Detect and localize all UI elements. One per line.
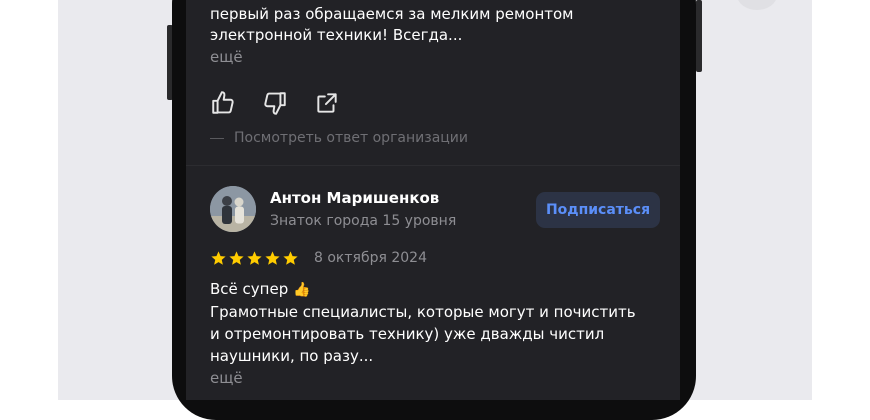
divider	[186, 165, 680, 166]
rating-stars	[210, 250, 299, 267]
review-title: Всё супер 👍	[210, 278, 310, 301]
avatar[interactable]	[210, 186, 256, 232]
author-name[interactable]: Антон Маришенков	[270, 189, 439, 207]
star-icon	[229, 251, 244, 265]
subscribe-button[interactable]: Подписаться	[536, 192, 660, 228]
author-level: Знаток города 15 уровня	[270, 213, 457, 229]
star-icon	[283, 251, 298, 265]
thumbs-up-emoji: 👍	[293, 282, 311, 298]
avatar-image	[210, 186, 256, 232]
thumbs-up-icon[interactable]	[210, 90, 236, 116]
review-text-line: и отремонтировать технику) уже дважды чи…	[210, 325, 605, 343]
dash-divider	[210, 137, 224, 139]
phone-screen: первый раз обращаемся за мелким ремонтом…	[186, 0, 680, 400]
read-more-link[interactable]: ещё	[210, 369, 243, 387]
review-text-line: электронной техники! Всегда...	[210, 26, 463, 44]
review-text-line: наушники, по разу...	[210, 347, 374, 365]
org-reply-link[interactable]: Посмотреть ответ организации	[210, 130, 468, 146]
review-date: 8 октября 2024	[314, 250, 427, 266]
share-icon[interactable]	[314, 90, 340, 116]
phone-side-button	[696, 0, 702, 72]
review-text-line: Грамотные специалисты, которые могут и п…	[210, 303, 636, 321]
review-text-line: первый раз обращаемся за мелким ремонтом	[210, 5, 574, 23]
org-reply-label: Посмотреть ответ организации	[234, 130, 469, 146]
star-icon	[211, 251, 226, 265]
thumbs-down-icon[interactable]	[262, 90, 288, 116]
star-icon	[247, 251, 262, 265]
read-more-link[interactable]: ещё	[210, 48, 243, 66]
review-title-text: Всё супер	[210, 280, 289, 298]
star-icon	[265, 251, 280, 265]
